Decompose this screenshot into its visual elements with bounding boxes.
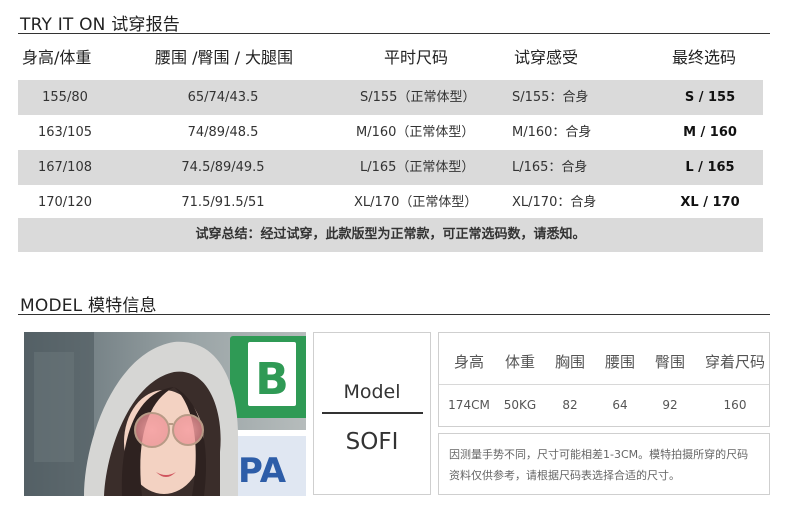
value-bust: 82 xyxy=(562,398,578,412)
header-bust: 胸围 xyxy=(554,353,585,371)
measurement-note: 因测量手势不同，尺寸可能相差1-3CM。模特拍摄所穿的尺码资料仅供参考，请根据尺… xyxy=(438,433,770,495)
value-waist: 64 xyxy=(612,398,628,412)
header-hips: 臀围 xyxy=(654,353,685,371)
measurements-divider xyxy=(439,384,769,385)
cell-height-weight: 155/80 xyxy=(42,90,88,105)
header-worn-size: 穿着尺码 xyxy=(704,353,765,371)
sign-letter-b: B xyxy=(255,354,289,405)
header-usual-size: 平时尺码 xyxy=(384,48,449,67)
model-title: MODEL 模特信息 xyxy=(20,296,157,316)
cell-fit-feel: M/160：合身 xyxy=(512,125,592,140)
model-photo-illustration: B PA xyxy=(24,332,306,496)
header-height-weight: 身高/体重 xyxy=(22,48,92,67)
model-name-card: Model SOFI xyxy=(313,332,431,495)
value-height: 174CM xyxy=(448,398,490,412)
value-weight: 50KG xyxy=(503,398,537,412)
try-on-table: 身高/体重 腰围 /臀围 / 大腿围 平时尺码 试穿感受 最终选码 155/80… xyxy=(18,38,763,253)
cell-final-size: L / 165 xyxy=(685,160,735,175)
value-worn-size: 160 xyxy=(723,398,747,412)
cell-measurements: 65/74/43.5 xyxy=(187,90,259,105)
table-row: 155/80 65/74/43.5 S/155（正常体型） S/155：合身 S… xyxy=(18,80,763,115)
table-row: 167/108 74.5/89/49.5 L/165（正常体型） L/165：合… xyxy=(18,150,763,185)
model-label: Model xyxy=(343,381,401,403)
cell-fit-feel: L/165：合身 xyxy=(512,160,588,175)
cell-fit-feel: S/155：合身 xyxy=(512,90,589,105)
cell-final-size: M / 160 xyxy=(683,125,737,140)
cell-fit-feel: XL/170：合身 xyxy=(512,195,597,210)
model-name: SOFI xyxy=(345,429,399,455)
try-on-title: TRY IT ON 试穿报告 xyxy=(20,15,180,35)
cell-height-weight: 167/108 xyxy=(37,160,92,175)
cell-usual-size: L/165（正常体型） xyxy=(360,160,475,175)
header-height: 身高 xyxy=(453,353,484,371)
value-hips: 92 xyxy=(662,398,678,412)
header-measurements: 腰围 /臀围 / 大腿围 xyxy=(155,48,294,67)
model-measurements-table: 身高 体重 胸围 腰围 臀围 穿着尺码 174CM 50KG 82 64 92 … xyxy=(438,332,770,427)
model-photo: B PA xyxy=(24,332,306,496)
try-on-divider xyxy=(18,33,770,34)
cell-height-weight: 170/120 xyxy=(37,195,92,210)
header-weight: 体重 xyxy=(504,353,535,371)
sign-letter-pa: PA xyxy=(238,451,287,491)
cell-usual-size: XL/170（正常体型） xyxy=(354,195,478,210)
header-fit-feel: 试穿感受 xyxy=(514,48,579,67)
cell-measurements: 74/89/48.5 xyxy=(187,125,259,140)
try-on-summary: 试穿总结：经过试穿，此款版型为正常款，可正常选码数，请悉知。 xyxy=(18,218,763,252)
cell-final-size: XL / 170 xyxy=(680,195,740,210)
header-final-size: 最终选码 xyxy=(672,48,737,67)
table-row: 163/105 74/89/48.5 M/160（正常体型） M/160：合身 … xyxy=(18,115,763,150)
cell-height-weight: 163/105 xyxy=(37,125,92,140)
cell-measurements: 74.5/89/49.5 xyxy=(181,160,265,175)
header-waist: 腰围 xyxy=(604,353,635,371)
table-header: 身高/体重 腰围 /臀围 / 大腿围 平时尺码 试穿感受 最终选码 xyxy=(18,38,763,78)
cell-usual-size: S/155（正常体型） xyxy=(360,90,476,105)
cell-measurements: 71.5/91.5/51 xyxy=(181,195,265,210)
cell-usual-size: M/160（正常体型） xyxy=(356,125,475,140)
cell-final-size: S / 155 xyxy=(684,90,736,105)
table-row: 170/120 71.5/91.5/51 XL/170（正常体型） XL/170… xyxy=(18,185,763,220)
model-label-underline xyxy=(322,412,423,414)
model-divider xyxy=(18,314,770,315)
